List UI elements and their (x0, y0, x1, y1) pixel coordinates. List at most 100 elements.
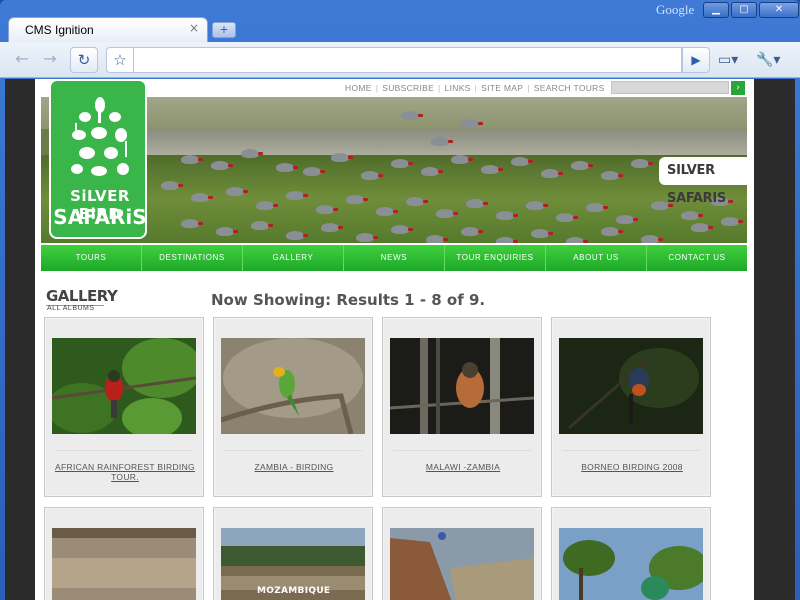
album-title-link[interactable]: ZAMBIA - BIRDING (220, 462, 368, 472)
google-brand-label: Google (656, 2, 695, 17)
maximize-button[interactable]: ▢ (731, 2, 757, 18)
search-tours-input[interactable] (611, 81, 729, 94)
play-icon[interactable]: ▶ (682, 47, 710, 73)
search-go-button[interactable]: › (731, 81, 745, 95)
topnav-subscribe-link[interactable]: SUBSCRIBE (382, 83, 434, 93)
nav-contact-us[interactable]: CONTACT US (647, 245, 747, 271)
site-container: HOME | SUBSCRIBE | LINKS | SITE MAP | SEARCH TOU… (35, 79, 754, 600)
title-bar: Google ▁ ▢ ✕ CMS Ignition × + (0, 0, 800, 42)
parrot (226, 187, 248, 196)
parrot (461, 119, 483, 128)
parrot (601, 227, 623, 236)
topnav-site-map-link[interactable]: SITE MAP (481, 83, 523, 93)
parrot (303, 167, 325, 176)
album-thumbnail[interactable] (390, 528, 534, 600)
topnav-search-tours-link[interactable]: SEARCH TOURS (534, 83, 605, 93)
gallery-heading: GALLERY (46, 287, 118, 305)
minimize-button[interactable]: ▁ (703, 2, 729, 18)
parrot (541, 169, 563, 178)
album-thumbnail[interactable] (52, 338, 196, 434)
mozambique-overlay-label: MOZAMBIQUE (257, 586, 331, 596)
parrot (391, 159, 413, 168)
parrot (461, 227, 483, 236)
parrot (641, 235, 663, 243)
parrot (401, 111, 423, 120)
parrot (316, 205, 338, 214)
parrot (421, 167, 443, 176)
topnav-home-link[interactable]: HOME (345, 83, 372, 93)
nav-about-us[interactable]: ABOUT US (546, 245, 647, 271)
browser-tab[interactable]: CMS Ignition × (8, 17, 208, 42)
album-thumbnail[interactable]: MOZAMBIQUE (221, 528, 365, 600)
album-thumbnail[interactable] (559, 528, 703, 600)
parrot (496, 211, 518, 220)
silver-safaris-tag: SILVER SAFARIS (659, 157, 747, 206)
album-card[interactable]: MOZAMBIQUE (213, 507, 373, 600)
parrot (181, 155, 203, 164)
album-card[interactable]: AFRICAN RAINFOREST BIRDING TOUR. (44, 317, 204, 497)
album-thumbnail[interactable] (390, 338, 534, 434)
nav-gallery[interactable]: GALLERY (243, 245, 344, 271)
tab-close-icon[interactable]: × (189, 21, 199, 35)
browser-toolbar: ← → ↻ ☆ ▶ ▭▾ 🔧▾ (0, 42, 800, 78)
parrot (276, 163, 298, 172)
nav-destinations[interactable]: DESTINATIONS (142, 245, 243, 271)
nav-news[interactable]: NEWS (344, 245, 445, 271)
album-card[interactable]: BORNEO BIRDING 2008 (551, 317, 711, 497)
parrot (321, 223, 343, 232)
parrot (216, 227, 238, 236)
nav-tours[interactable]: TOURS (41, 245, 142, 271)
parrot (251, 221, 273, 230)
album-title-link[interactable]: MALAWI -ZAMBIA (389, 462, 537, 472)
reload-icon[interactable]: ↻ (70, 47, 98, 73)
top-navigation: HOME | SUBSCRIBE | LINKS | SITE MAP | SEARCH TOU… (345, 83, 605, 93)
parrot (211, 161, 233, 170)
album-thumbnail[interactable] (221, 338, 365, 434)
parrot (556, 213, 578, 222)
page-viewport: HOME | SUBSCRIBE | LINKS | SITE MAP | SEARCH TOU… (5, 79, 795, 600)
logo-line-2: SAFARiS (53, 205, 147, 229)
forward-arrow-icon[interactable]: → (38, 48, 62, 72)
parrot (496, 237, 518, 243)
bird-silhouettes-icon (71, 97, 129, 176)
parrot (481, 165, 503, 174)
parrot (391, 225, 413, 234)
back-arrow-icon[interactable]: ← (10, 48, 34, 72)
tab-title: CMS Ignition (25, 23, 94, 37)
silver-bird-safaris-logo[interactable]: SiLVER BiRD SAFARiS (49, 79, 147, 239)
parrot (346, 195, 368, 204)
album-card[interactable] (44, 507, 204, 600)
parrot (566, 237, 588, 243)
parrot (531, 229, 553, 238)
topnav-links-link[interactable]: LINKS (445, 83, 471, 93)
album-title-link[interactable]: AFRICAN RAINFOREST BIRDING TOUR. (51, 462, 199, 482)
page-menu-icon[interactable]: ▭▾ (718, 49, 748, 71)
parrot (331, 153, 353, 162)
album-card[interactable] (382, 507, 542, 600)
new-tab-button[interactable]: + (212, 22, 236, 38)
album-thumbnail[interactable] (52, 528, 196, 600)
album-card[interactable] (551, 507, 711, 600)
album-title-link[interactable]: BORNEO BIRDING 2008 (558, 462, 706, 472)
nav-tour-enquiries[interactable]: TOUR ENQUIRIES (445, 245, 546, 271)
parrot (431, 137, 453, 146)
browser-window: Google ▁ ▢ ✕ CMS Ignition × + ← → ↻ ☆ ▶ … (0, 0, 800, 600)
parrot (691, 223, 713, 232)
parrot (631, 159, 653, 168)
star-icon[interactable]: ☆ (106, 47, 134, 73)
close-window-button[interactable]: ✕ (759, 2, 799, 18)
parrot (526, 201, 548, 210)
album-card[interactable]: ZAMBIA - BIRDING (213, 317, 373, 497)
parrot (406, 197, 428, 206)
address-bar-input[interactable] (134, 47, 682, 73)
main-navigation: TOURS DESTINATIONS GALLERY NEWS TOUR ENQ… (41, 245, 747, 271)
parrot (161, 181, 183, 190)
album-card[interactable]: MALAWI -ZAMBIA (382, 317, 542, 497)
wrench-icon[interactable]: 🔧▾ (756, 49, 790, 71)
album-thumbnail[interactable] (559, 338, 703, 434)
parrot (286, 231, 308, 240)
parrot (426, 235, 448, 243)
parrot (241, 149, 263, 158)
gallery-subheading: ALL ALBUMS (47, 305, 95, 312)
parrot (181, 219, 203, 228)
